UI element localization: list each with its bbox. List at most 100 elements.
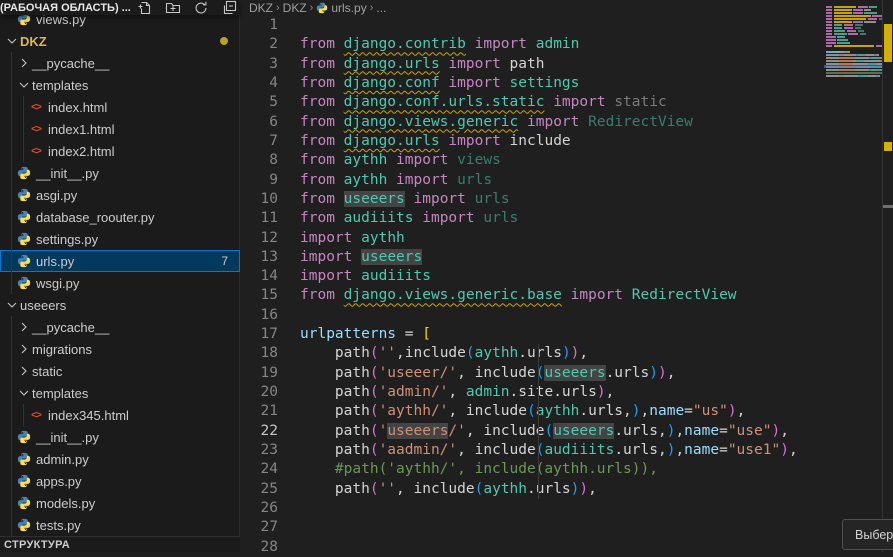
line-number[interactable]: 25 — [241, 480, 278, 499]
tree-item-useeers[interactable]: useeers — [0, 294, 240, 316]
code-line-27[interactable]: 27 — [241, 518, 893, 537]
line-number[interactable]: 22 — [241, 422, 278, 441]
minimap-line-bar — [826, 57, 839, 59]
tree-item--init-py[interactable]: __init__.py — [0, 162, 240, 184]
tree-indent-guide — [11, 316, 12, 536]
line-number[interactable]: 17 — [241, 325, 278, 344]
line-number[interactable]: 1 — [241, 16, 278, 35]
overview-ruler[interactable] — [883, 0, 893, 552]
code-line-22[interactable]: 22 path('useeers/', include(useeers.urls… — [241, 422, 893, 441]
line-number[interactable]: 16 — [241, 306, 278, 325]
code-line-18[interactable]: 18 path('',include(aythh.urls)), — [241, 344, 893, 363]
code-line-23[interactable]: 23 path('aadmin/', include(audiiits.urls… — [241, 441, 893, 460]
tree-item-static[interactable]: static — [0, 360, 240, 382]
tree-item-settings-py[interactable]: settings.py — [0, 228, 240, 250]
line-number[interactable]: 5 — [241, 93, 278, 112]
code-line-5[interactable]: 5from django.conf.urls.static import sta… — [241, 93, 893, 112]
code-line-25[interactable]: 25 path('', include(aythh.urls)), — [241, 480, 893, 499]
code-line-2[interactable]: 2from django.contrib import admin — [241, 35, 893, 54]
tree-item-wsgi-py[interactable]: wsgi.py — [0, 272, 240, 294]
line-number[interactable]: 15 — [241, 286, 278, 305]
tree-item-index345-html[interactable]: <>index345.html — [0, 404, 240, 426]
tree-item-index2-html[interactable]: <>index2.html — [0, 140, 240, 162]
tree-item-templates[interactable]: templates — [0, 74, 240, 96]
line-number[interactable]: 7 — [241, 132, 278, 151]
minimap-line-bar — [858, 30, 864, 32]
minimap-line-bar — [871, 69, 882, 71]
code-line-13[interactable]: 13import useeers — [241, 248, 893, 267]
code-line-24[interactable]: 24 #path('aythh/', include(aythh.urls)), — [241, 460, 893, 479]
code-line-12[interactable]: 12import aythh — [241, 229, 893, 248]
line-number[interactable]: 11 — [241, 209, 278, 228]
line-number[interactable]: 23 — [241, 441, 278, 460]
code-line-8[interactable]: 8from aythh import views — [241, 151, 893, 170]
tree-item-database-roouter-py[interactable]: database_roouter.py — [0, 206, 240, 228]
line-number[interactable]: 19 — [241, 364, 278, 383]
line-number[interactable]: 2 — [241, 35, 278, 54]
new-folder-icon[interactable] — [165, 0, 181, 16]
breadcrumb-item[interactable]: DKZ — [283, 1, 307, 15]
code-line-3[interactable]: 3 from django.urls import path — [241, 55, 893, 74]
code-line-15[interactable]: 15from django.views.generic.base import … — [241, 286, 893, 305]
minimap[interactable] — [824, 0, 882, 552]
code-line-10[interactable]: 10from useeers import urls — [241, 190, 893, 209]
tree-item-templates[interactable]: templates — [0, 382, 240, 404]
tree-item-dkz[interactable]: DKZ — [0, 30, 240, 52]
breadcrumb-item[interactable]: ... — [376, 1, 386, 15]
code-line-16[interactable]: 16 — [241, 306, 893, 325]
code-line-17[interactable]: 17urlpatterns = [ — [241, 325, 893, 344]
tree-item--init-py[interactable]: __init__.py — [0, 426, 240, 448]
code-line-9[interactable]: 9from aythh import urls — [241, 171, 893, 190]
line-number[interactable]: 27 — [241, 518, 278, 537]
tree-item-index-html[interactable]: <>index.html — [0, 96, 240, 118]
code-line-14[interactable]: 14import audiiits — [241, 267, 893, 286]
tree-item--pycache-[interactable]: __pycache__ — [0, 316, 240, 338]
line-number[interactable]: 10 — [241, 190, 278, 209]
line-content: from django.urls import path — [300, 55, 544, 74]
line-number[interactable]: 6 — [241, 113, 278, 132]
tree-item-admin-py[interactable]: admin.py — [0, 448, 240, 470]
line-number[interactable]: 21 — [241, 402, 278, 421]
tree-item--pycache-[interactable]: __pycache__ — [0, 52, 240, 74]
chevron-right-icon — [16, 319, 32, 335]
tree-item-label: admin.py — [36, 452, 89, 467]
line-number[interactable]: 14 — [241, 267, 278, 286]
tree-item-label: migrations — [32, 342, 92, 357]
line-number[interactable]: 18 — [241, 344, 278, 363]
tree-item-apps-py[interactable]: apps.py — [0, 470, 240, 492]
code-line-11[interactable]: 11from audiiits import urls — [241, 209, 893, 228]
explorer-section-header[interactable]: (РАБОЧАЯ ОБЛАСТЬ) ... — [0, 0, 240, 15]
line-number[interactable]: 9 — [241, 171, 278, 190]
line-number[interactable]: 13 — [241, 248, 278, 267]
code-line-1[interactable]: 1 — [241, 16, 893, 35]
code-line-7[interactable]: 7from django.urls import include — [241, 132, 893, 151]
line-number[interactable]: 20 — [241, 383, 278, 402]
line-number[interactable]: 26 — [241, 499, 278, 518]
breadcrumb-item[interactable]: DKZ — [249, 1, 273, 15]
code-line-6[interactable]: 6from django.views.generic import Redire… — [241, 113, 893, 132]
line-number[interactable]: 28 — [241, 538, 278, 557]
tree-item-tests-py[interactable]: tests.py — [0, 514, 240, 536]
line-number[interactable]: 8 — [241, 151, 278, 170]
line-number[interactable]: 24 — [241, 460, 278, 479]
line-number[interactable]: 3 — [241, 55, 278, 74]
code-line-19[interactable]: 19 path('useeer/', include(useeers.urls)… — [241, 364, 893, 383]
breadcrumb-item[interactable]: urls.py — [316, 1, 366, 15]
code-line-20[interactable]: 20 path('admin/', admin.site.urls), — [241, 383, 893, 402]
tree-item-asgi-py[interactable]: asgi.py — [0, 184, 240, 206]
tree-item-models-py[interactable]: models.py — [0, 492, 240, 514]
problems-count-badge: 7 — [221, 254, 228, 268]
code-line-21[interactable]: 21 path('aythh/', include(aythh.urls,),n… — [241, 402, 893, 421]
collapse-all-icon[interactable] — [221, 0, 237, 16]
line-number[interactable]: 4 — [241, 74, 278, 93]
code-line-4[interactable]: 4from django.conf import settings — [241, 74, 893, 93]
new-file-icon[interactable] — [137, 0, 153, 16]
outline-section-header[interactable]: СТРУКТУРА — [0, 536, 240, 552]
code-line-26[interactable]: 26 — [241, 499, 893, 518]
tree-item-urls-py[interactable]: urls.py7 — [0, 250, 240, 272]
tree-item-migrations[interactable]: migrations — [0, 338, 240, 360]
tree-item-index1-html[interactable]: <>index1.html — [0, 118, 240, 140]
line-number[interactable]: 12 — [241, 229, 278, 248]
code-line-28[interactable]: 28 — [241, 538, 893, 557]
refresh-icon[interactable] — [193, 0, 209, 16]
